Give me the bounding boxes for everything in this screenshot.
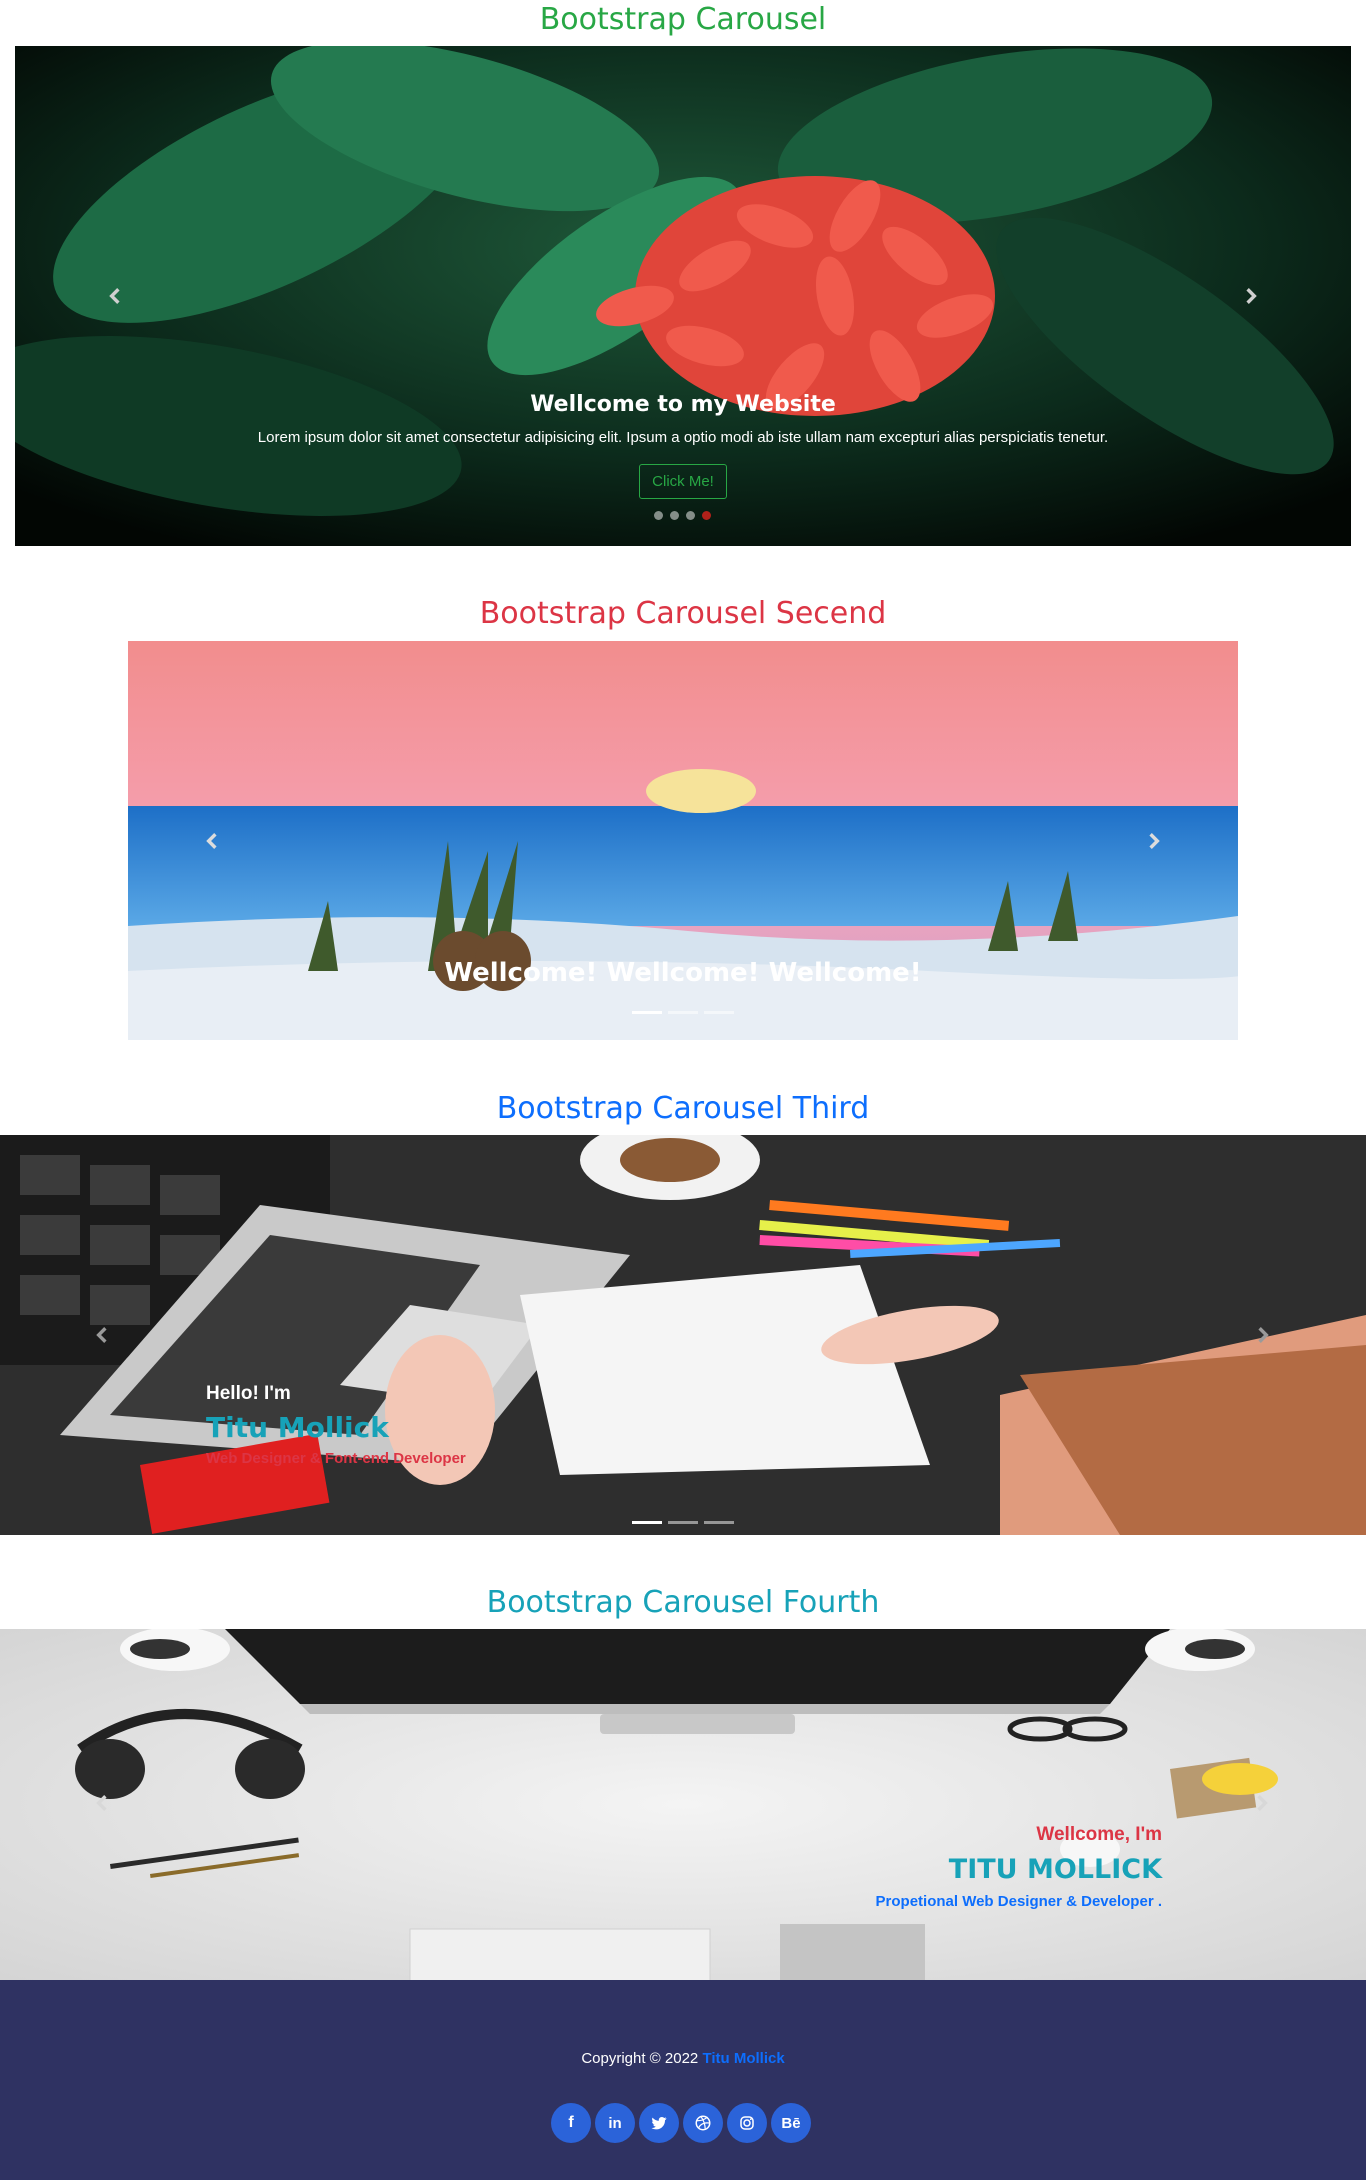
carousel4-role-line: Propetional Web Designer & Developer . [876,1893,1162,1910]
dribbble-icon[interactable] [683,2103,723,2143]
carousel2-next-button[interactable] [1140,827,1168,855]
carousel3-title: Bootstrap Carousel Third [496,1091,870,1126]
carousel2-caption: Wellcome! Wellcome! Wellcome! [444,958,922,988]
chevron-left-icon [96,1327,107,1343]
carousel1-title: Bootstrap Carousel [539,2,827,37]
social-links: f in Bē [551,2103,811,2143]
carousel1-heading: Wellcome to my Website [530,392,836,417]
carousel3-caption: Hello! I'm Titu Mollick Web Designer & F… [206,1383,466,1467]
chevron-right-icon [1246,288,1257,304]
carousel3-indicator-active[interactable] [632,1521,662,1524]
chevron-left-icon [109,288,120,304]
carousel3-greeting: Hello! I'm [206,1383,291,1404]
desk-computer-image [0,1629,1366,1980]
facebook-icon[interactable]: f [551,2103,591,2143]
carousel1-indicators [654,511,711,520]
copyright-author-link[interactable]: Titu Mollick [702,2050,784,2067]
carousel4-prev-button[interactable] [88,1789,116,1817]
chevron-right-icon [1257,1795,1268,1811]
carousel1-text: Lorem ipsum dolor sit amet consectetur a… [257,429,1109,446]
carousel4-name: TITU MOLLICK [948,1854,1162,1885]
page: Bootstrap Carousel Wellcome to my Websit… [0,0,1366,2180]
carousel4-greeting: Wellcome, I'm [1036,1824,1162,1845]
carousel2-indicator-active[interactable] [632,1011,662,1014]
copyright-text: Copyright © 2022 [581,2050,699,2067]
carousel1-slide: Wellcome to my Website Lorem ipsum dolor… [15,46,1351,546]
carousel4-next-button[interactable] [1248,1789,1276,1817]
carousel2-title: Bootstrap Carousel Secend [479,596,887,631]
chevron-right-icon [1258,1327,1269,1343]
carousel1-indicator[interactable] [686,511,695,520]
carousel1-indicator[interactable] [670,511,679,520]
carousel1-indicator-active[interactable] [702,511,711,520]
carousel1-button[interactable]: Click Me! [639,464,727,499]
carousel3-role: Web Designer & Font-end Developer [206,1450,466,1467]
carousel2-indicator[interactable] [668,1011,698,1014]
behance-icon[interactable]: Bē [771,2103,811,2143]
twitter-icon[interactable] [639,2103,679,2143]
carousel1-caption: Wellcome to my Website Lorem ipsum dolor… [15,392,1351,499]
carousel3-indicator[interactable] [704,1521,734,1524]
carousel3-slide: Hello! I'm Titu Mollick Web Designer & F… [0,1135,1366,1535]
instagram-icon[interactable] [727,2103,767,2143]
carousel3-prev-button[interactable] [88,1321,116,1349]
carousel4-title: Bootstrap Carousel Fourth [486,1585,880,1620]
carousel4-role-suffix: . [1157,1893,1162,1910]
linkedin-icon[interactable]: in [595,2103,635,2143]
chevron-left-icon [206,833,217,849]
carousel4-caption: Wellcome, I'm TITU MOLLICK Propetional W… [876,1824,1162,1910]
carousel3-indicators [632,1521,734,1524]
workspace-laptop-image [0,1135,1366,1535]
carousel3-next-button[interactable] [1249,1321,1277,1349]
chevron-left-icon [96,1795,107,1811]
footer-copyright: Copyright © 2022 Titu Mollick [0,2050,1366,2067]
carousel4-role: Propetional Web Designer & Developer [875,1893,1154,1910]
carousel3-indicator[interactable] [668,1521,698,1524]
carousel2-slide: Wellcome! Wellcome! Wellcome! [128,641,1238,1040]
carousel2-indicators [632,1011,734,1014]
carousel4-slide: Wellcome, I'm TITU MOLLICK Propetional W… [0,1629,1366,1980]
carousel1-next-button[interactable] [1237,282,1265,310]
carousel1-indicator[interactable] [654,511,663,520]
carousel2-indicator[interactable] [704,1011,734,1014]
footer: Copyright © 2022 Titu Mollick [0,1980,1366,2180]
carousel1-prev-button[interactable] [101,282,129,310]
chevron-right-icon [1149,833,1160,849]
carousel2-prev-button[interactable] [198,827,226,855]
carousel3-name: Titu Mollick [206,1411,389,1444]
